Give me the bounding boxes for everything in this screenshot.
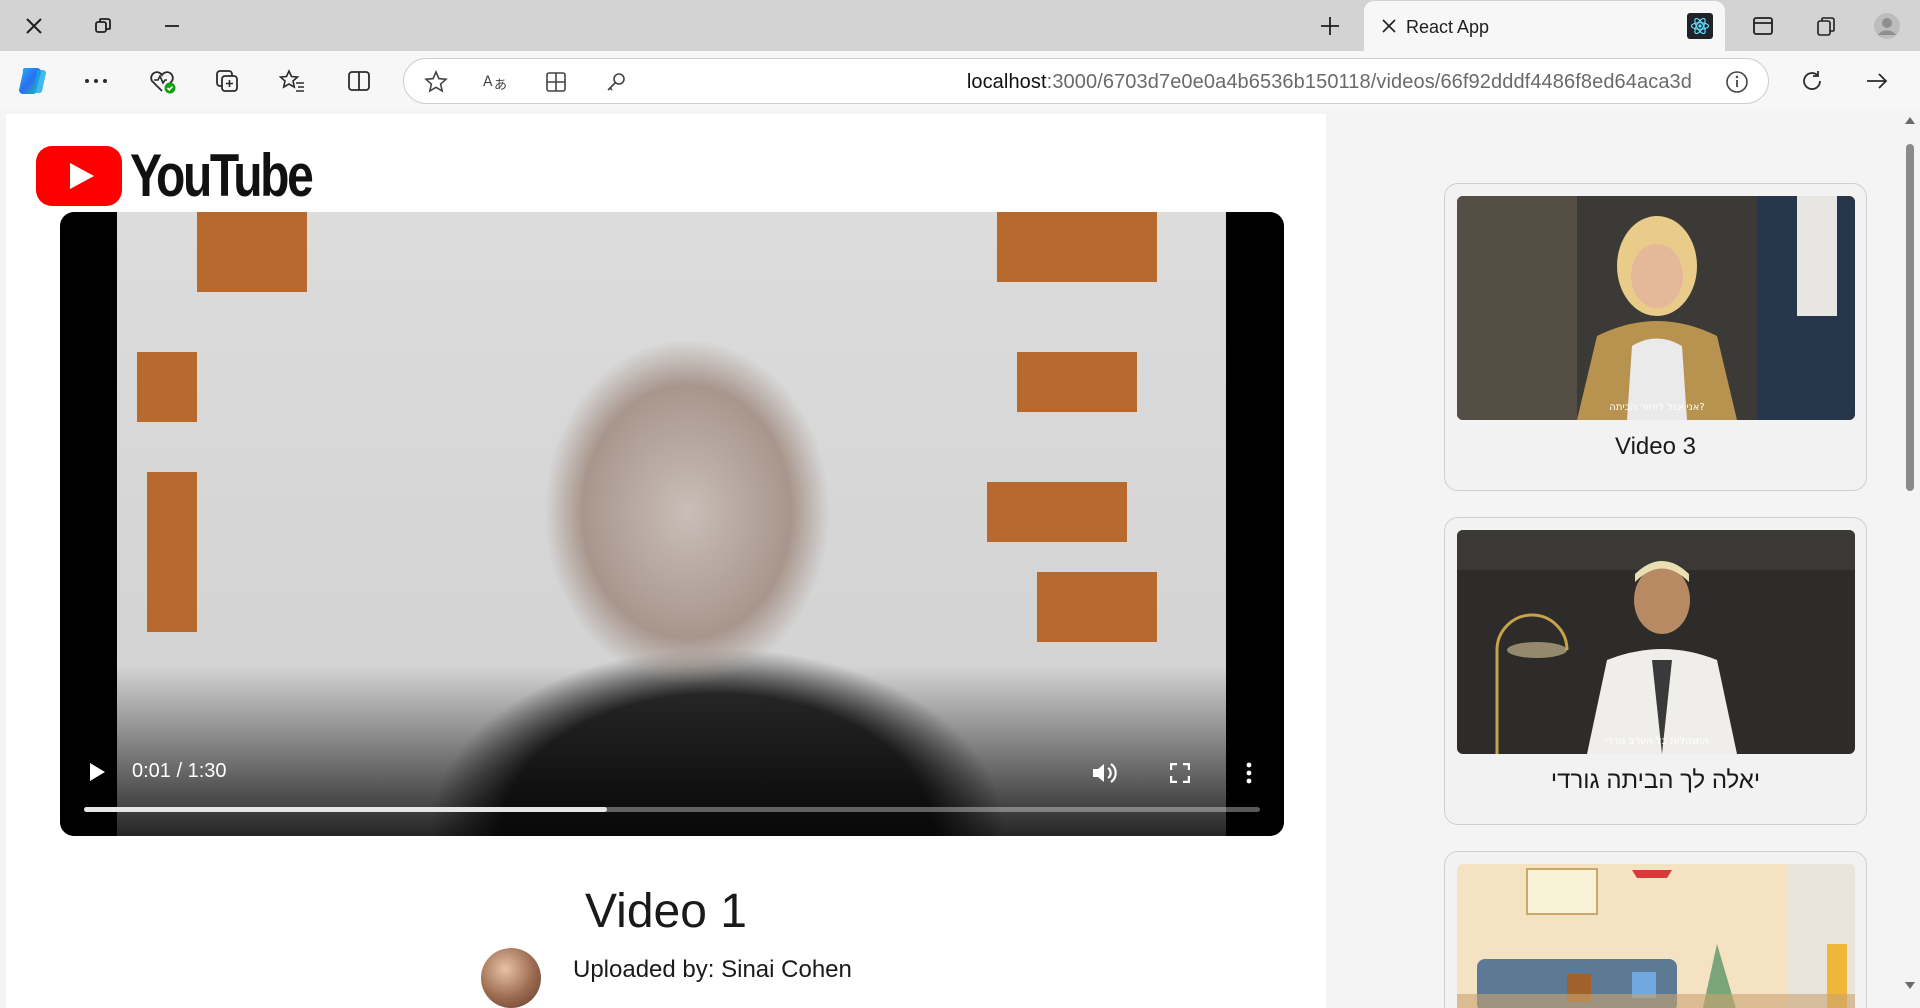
read-aloud-button[interactable]: Aあ — [481, 67, 511, 97]
browser-essentials-button[interactable] — [144, 63, 180, 99]
puzzle-gap — [137, 352, 197, 422]
svg-text:あ: あ — [494, 78, 507, 93]
minimize-icon — [165, 25, 179, 27]
refresh-icon — [1803, 71, 1821, 90]
key-icon — [607, 73, 625, 91]
related-video-title: יאלה לך הביתה גורדי — [1550, 767, 1761, 794]
tab-actions-icon — [1753, 17, 1773, 35]
video-thumbnail[interactable]: אני יכול לחזור הביתה? — [1457, 196, 1855, 420]
close-window-button[interactable] — [17, 9, 51, 43]
forward-button[interactable] — [1859, 63, 1895, 99]
close-icon — [26, 18, 42, 34]
puzzle-gap — [987, 482, 1127, 542]
url-text[interactable]: localhost:3000/6703d7e0e0a4b6536b150118/… — [967, 71, 1692, 94]
triangle-down-icon — [1905, 982, 1915, 989]
browser-titlebar: React App — [0, 0, 1920, 51]
password-key-button[interactable] — [601, 67, 631, 97]
apps-icon — [546, 72, 566, 92]
svg-text:A: A — [483, 74, 493, 90]
puzzle-gap — [1037, 572, 1157, 642]
fullscreen-icon — [1170, 763, 1190, 783]
youtube-play-icon — [36, 145, 122, 206]
favorites-list-icon — [279, 69, 304, 92]
address-bar[interactable]: Aあ localhost:3000/6703d7e0e0a4b6536b1501… — [403, 58, 1769, 104]
profile-icon — [1874, 13, 1900, 39]
browser-toolbar: Aあ localhost:3000/6703d7e0e0a4b6536b1501… — [0, 51, 1920, 109]
site-info-button[interactable] — [1722, 67, 1752, 97]
puzzle-gap — [997, 212, 1157, 282]
split-screen-icon — [348, 71, 370, 91]
more-menu-button[interactable] — [78, 63, 114, 99]
read-aloud-icon: Aあ — [483, 74, 507, 93]
url-path: :3000/6703d7e0e0a4b6536b150118/videos/66… — [1046, 71, 1692, 93]
time-display: 0:01 / 1:30 — [132, 760, 227, 782]
puzzle-gap — [1017, 352, 1137, 412]
arrow-right-icon — [1867, 73, 1888, 89]
collections-icon — [216, 70, 238, 92]
profile-button[interactable] — [1870, 9, 1904, 43]
puzzle-gap — [197, 212, 307, 292]
video-main-panel: YouTube 0:01 / 1:30 Video 1 Uploaded by:… — [6, 114, 1326, 1008]
thumbnail-caption: אני יכול לחזור הביתה? — [1609, 402, 1704, 413]
seek-bar-played — [84, 807, 608, 812]
video-title: Video 1 — [585, 885, 747, 938]
related-video-card[interactable] — [1444, 851, 1867, 1008]
url-host: localhost — [966, 71, 1047, 93]
refresh-button[interactable] — [1794, 63, 1830, 99]
page-scrollbar[interactable] — [1900, 109, 1920, 1008]
uploader-avatar[interactable] — [481, 948, 541, 1008]
video-thumbnail[interactable]: התנהלות כל הערב גורדי — [1457, 530, 1855, 754]
tab-title: React App — [1406, 17, 1490, 37]
related-video-card[interactable]: אני יכול לחזור הביתה? Video 3 — [1444, 183, 1867, 491]
play-icon — [90, 763, 105, 781]
close-icon — [1382, 19, 1396, 33]
youtube-logo[interactable]: YouTube — [36, 141, 357, 210]
scroll-up-arrow[interactable] — [1903, 113, 1917, 127]
puzzle-gap — [147, 472, 197, 632]
split-screen-button[interactable] — [341, 63, 377, 99]
star-icon — [424, 70, 448, 93]
extensions-button[interactable] — [209, 63, 245, 99]
seek-bar[interactable] — [84, 807, 1260, 812]
kebab-menu-icon — [1246, 762, 1252, 784]
restore-window-button[interactable] — [86, 9, 120, 43]
info-icon — [1726, 71, 1748, 93]
heart-pulse-icon — [150, 71, 176, 94]
minimize-window-button[interactable] — [155, 9, 189, 43]
uploader-info: Uploaded by: Sinai Cohen — [481, 948, 852, 1008]
video-player[interactable]: 0:01 / 1:30 — [60, 212, 1284, 836]
copilot-button[interactable] — [14, 63, 50, 99]
related-video-card[interactable]: התנהלות כל הערב גורדי יאלה לך הביתה גורד… — [1444, 517, 1867, 825]
react-logo-icon — [1687, 13, 1713, 39]
tab-close-button[interactable] — [1378, 15, 1400, 37]
copilot-icon — [19, 68, 46, 95]
page-viewport: YouTube 0:01 / 1:30 Video 1 Uploaded by:… — [0, 109, 1920, 1008]
logo-text: YouTube — [130, 142, 314, 209]
video-options-button[interactable] — [1234, 756, 1264, 790]
scrollbar-thumb[interactable] — [1906, 144, 1914, 491]
volume-icon — [1093, 763, 1117, 783]
triangle-up-icon — [1905, 117, 1915, 124]
favorites-bar-button[interactable] — [274, 63, 310, 99]
video-thumbnail[interactable] — [1457, 864, 1855, 1008]
ellipsis-icon — [85, 79, 107, 83]
workspaces-icon — [1817, 17, 1835, 36]
app-available-button[interactable] — [541, 67, 571, 97]
thumbnail-caption: התנהלות כל הערב גורדי — [1605, 736, 1709, 747]
plus-icon — [1321, 17, 1339, 35]
related-video-title: Video 3 — [1615, 433, 1696, 460]
collections-button[interactable] — [1809, 9, 1843, 43]
uploader-label: Uploaded by: Sinai Cohen — [573, 956, 852, 983]
tab-actions-button[interactable] — [1746, 9, 1780, 43]
add-favorite-button[interactable] — [421, 67, 451, 97]
mute-button[interactable] — [1088, 756, 1122, 790]
scroll-down-arrow[interactable] — [1903, 979, 1917, 993]
restore-icon — [95, 18, 111, 33]
new-tab-button[interactable] — [1313, 9, 1347, 43]
tab-react-app[interactable]: React App — [1364, 1, 1725, 51]
fullscreen-button[interactable] — [1163, 756, 1197, 790]
play-button[interactable] — [82, 757, 112, 787]
